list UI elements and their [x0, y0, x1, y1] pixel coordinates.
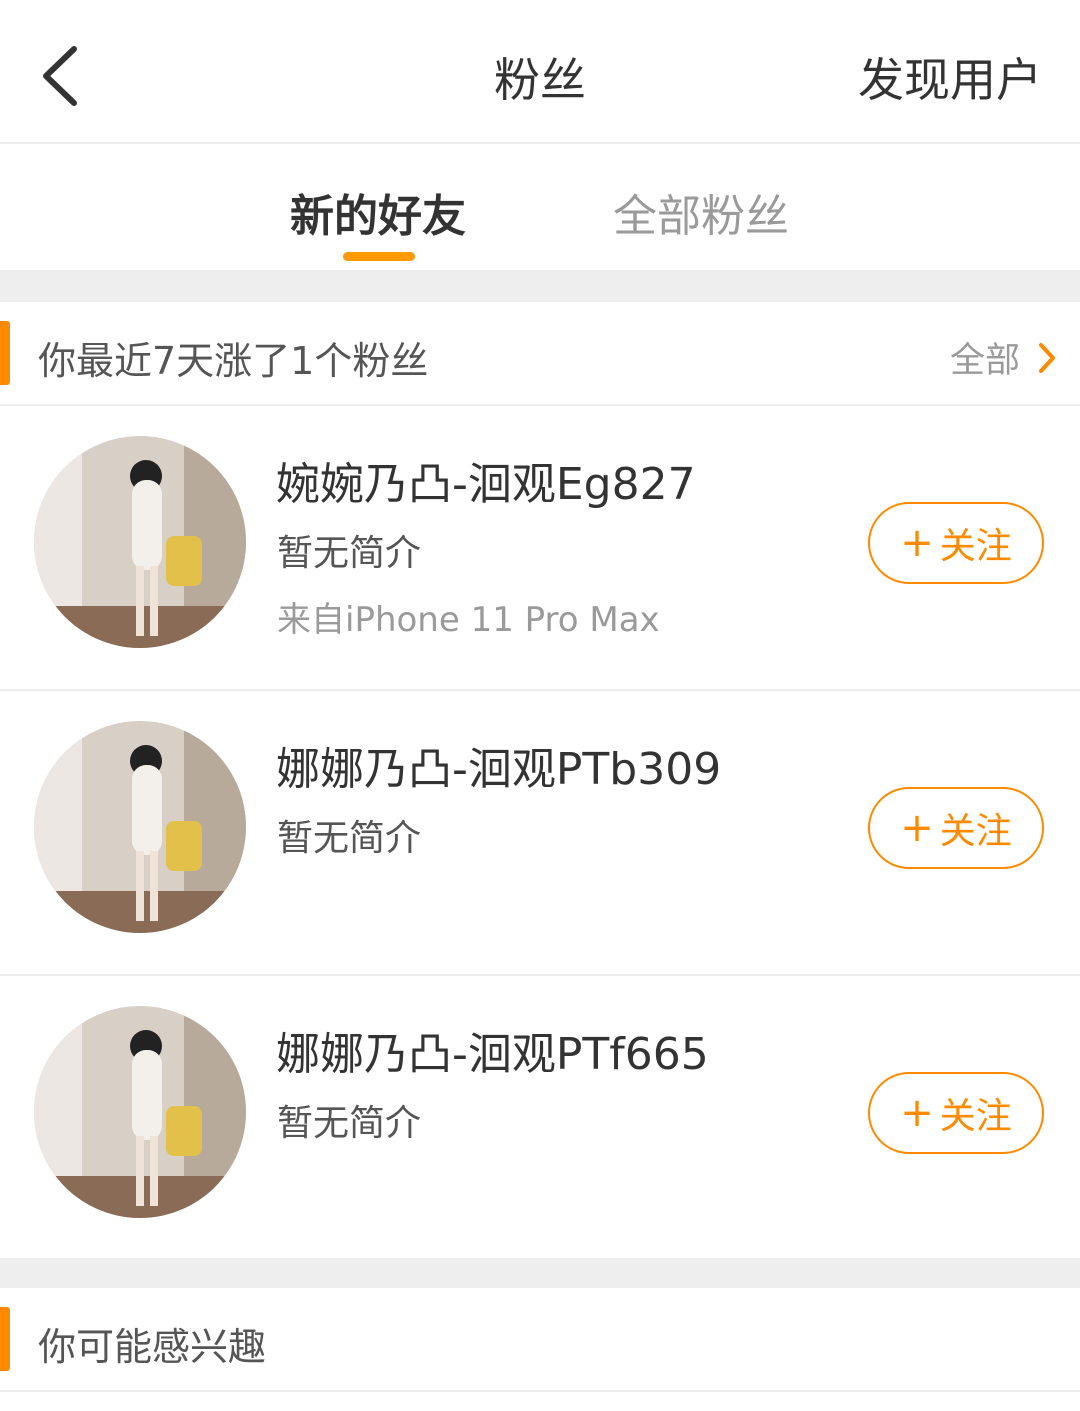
section-accent-bar	[0, 321, 10, 385]
new-fans-section-title: 你最近7天涨了1个粉丝	[38, 339, 429, 383]
user-bio: 暂无简介	[277, 533, 422, 574]
plus-icon: +	[900, 520, 934, 566]
view-all-link[interactable]: 全部	[950, 332, 1056, 383]
interest-section-title: 你可能感兴趣	[38, 1325, 267, 1369]
new-fans-section-header: 你最近7天涨了1个粉丝 全部	[0, 302, 1080, 406]
discover-users-link[interactable]: 发现用户	[858, 44, 1042, 110]
tab-new-friends[interactable]: 新的好友	[290, 180, 466, 244]
plus-icon: +	[900, 1090, 934, 1136]
plus-icon: +	[900, 805, 934, 851]
active-tab-indicator	[343, 252, 415, 261]
list-item[interactable]: 娜娜乃凸-洄观PTb309 暂无简介 + 关注	[0, 691, 1080, 976]
view-all-label: 全部	[949, 341, 1020, 381]
follow-label: 关注	[939, 1096, 1012, 1137]
avatar[interactable]	[34, 721, 246, 933]
interest-section-header: 你可能感兴趣	[0, 1288, 1080, 1392]
user-name[interactable]: 娜娜乃凸-洄观PTf665	[276, 1018, 709, 1082]
section-accent-bar	[0, 1307, 10, 1371]
chevron-left-icon	[43, 46, 77, 106]
back-button[interactable]	[30, 40, 90, 112]
tab-bar: 新的好友 全部粉丝	[0, 144, 1080, 270]
tab-all-fans[interactable]: 全部粉丝	[613, 180, 789, 244]
follow-button[interactable]: + 关注	[868, 502, 1044, 584]
section-divider	[0, 270, 1080, 302]
list-item[interactable]: 娜娜乃凸-洄观PTf665 暂无简介 + 关注	[0, 976, 1080, 1258]
user-device: 来自iPhone 11 Pro Max	[277, 600, 660, 640]
list-item[interactable]: 婉婉乃凸-洄观Eg827 暂无简介 来自iPhone 11 Pro Max + …	[0, 406, 1080, 691]
follow-button[interactable]: + 关注	[868, 787, 1044, 869]
avatar[interactable]	[34, 436, 246, 648]
user-name[interactable]: 婉婉乃凸-洄观Eg827	[276, 448, 696, 512]
avatar[interactable]	[34, 1006, 246, 1218]
chevron-right-icon	[1038, 342, 1056, 374]
section-divider	[0, 1258, 1080, 1288]
follow-button[interactable]: + 关注	[868, 1072, 1044, 1154]
nav-bar: 粉丝 发现用户	[0, 0, 1080, 144]
user-bio: 暂无简介	[277, 1103, 422, 1144]
follow-label: 关注	[939, 526, 1012, 567]
user-name[interactable]: 娜娜乃凸-洄观PTb309	[276, 733, 721, 797]
user-bio: 暂无简介	[277, 818, 422, 859]
follow-label: 关注	[939, 811, 1012, 852]
